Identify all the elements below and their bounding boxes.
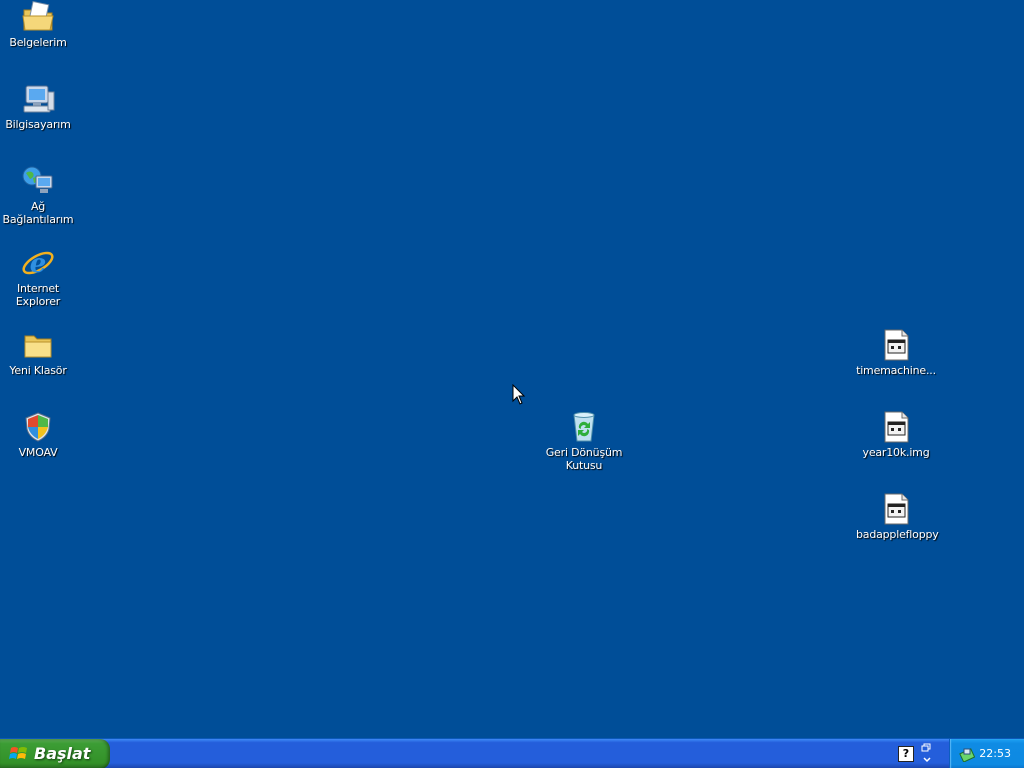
my-computer-icon [23,85,55,113]
desktop-icon-network[interactable]: Ağ Bağlantılarım [0,164,78,226]
start-label: Başlat [34,744,91,763]
desktop-icon-label: Internet Explorer [15,282,61,308]
desktop-icon-label: Geri Dönüşüm Kutusu [545,446,623,472]
desktop[interactable]: Belgelerim Bilgisayarım Ağ Bağlantılarım… [0,0,1024,738]
restore-chevron-icon[interactable] [921,743,933,765]
desktop-icon-recycle-bin[interactable]: Geri Dönüşüm Kutusu [544,410,624,472]
desktop-icon-label: VMOAV [18,446,58,459]
desktop-icon-new-folder[interactable]: Yeni Klasör [0,328,78,377]
desktop-icon-my-documents[interactable]: Belgelerim [0,0,78,49]
desktop-icon-internet-explorer[interactable]: e Internet Explorer [0,246,78,308]
desktop-icon-file[interactable]: badapplefloppy [856,492,939,541]
disk-image-file-icon [884,411,909,443]
system-tray: 22:53 [949,739,1024,768]
desktop-icon-my-computer[interactable]: Bilgisayarım [0,82,78,131]
desktop-icon-label: Bilgisayarım [5,118,71,131]
folder-icon [24,335,52,358]
desktop-icon-label: year10k.img [862,446,930,459]
taskbar: Başlat ? 22:53 [0,738,1024,768]
my-documents-folder-icon [22,0,54,31]
internet-explorer-icon: e [22,249,54,279]
desktop-icon-label: Yeni Klasör [9,364,67,377]
start-button[interactable]: Başlat [0,739,110,768]
desktop-icon-label: badapplefloppy [856,528,939,541]
disk-image-file-icon [884,493,909,525]
svg-text:e: e [30,249,47,279]
network-tray-icon[interactable] [959,746,975,762]
windows-logo-icon [9,747,27,759]
mouse-pointer-icon [512,384,526,405]
desktop-icon-label: Ağ Bağlantılarım [2,200,74,226]
recycle-bin-icon [573,412,595,442]
security-shield-icon [25,412,51,442]
disk-image-file-icon [884,329,909,361]
desktop-icon-vmoav[interactable]: VMOAV [0,410,78,459]
network-places-icon [22,166,53,193]
clock[interactable]: 22:53 [979,747,1011,760]
desktop-icon-label: timemachine... [856,364,936,377]
desktop-icon-file[interactable]: year10k.img [856,410,936,459]
desktop-icon-label: Belgelerim [9,36,67,49]
help-icon[interactable]: ? [898,746,914,762]
desktop-icon-file[interactable]: timemachine... [856,328,936,377]
